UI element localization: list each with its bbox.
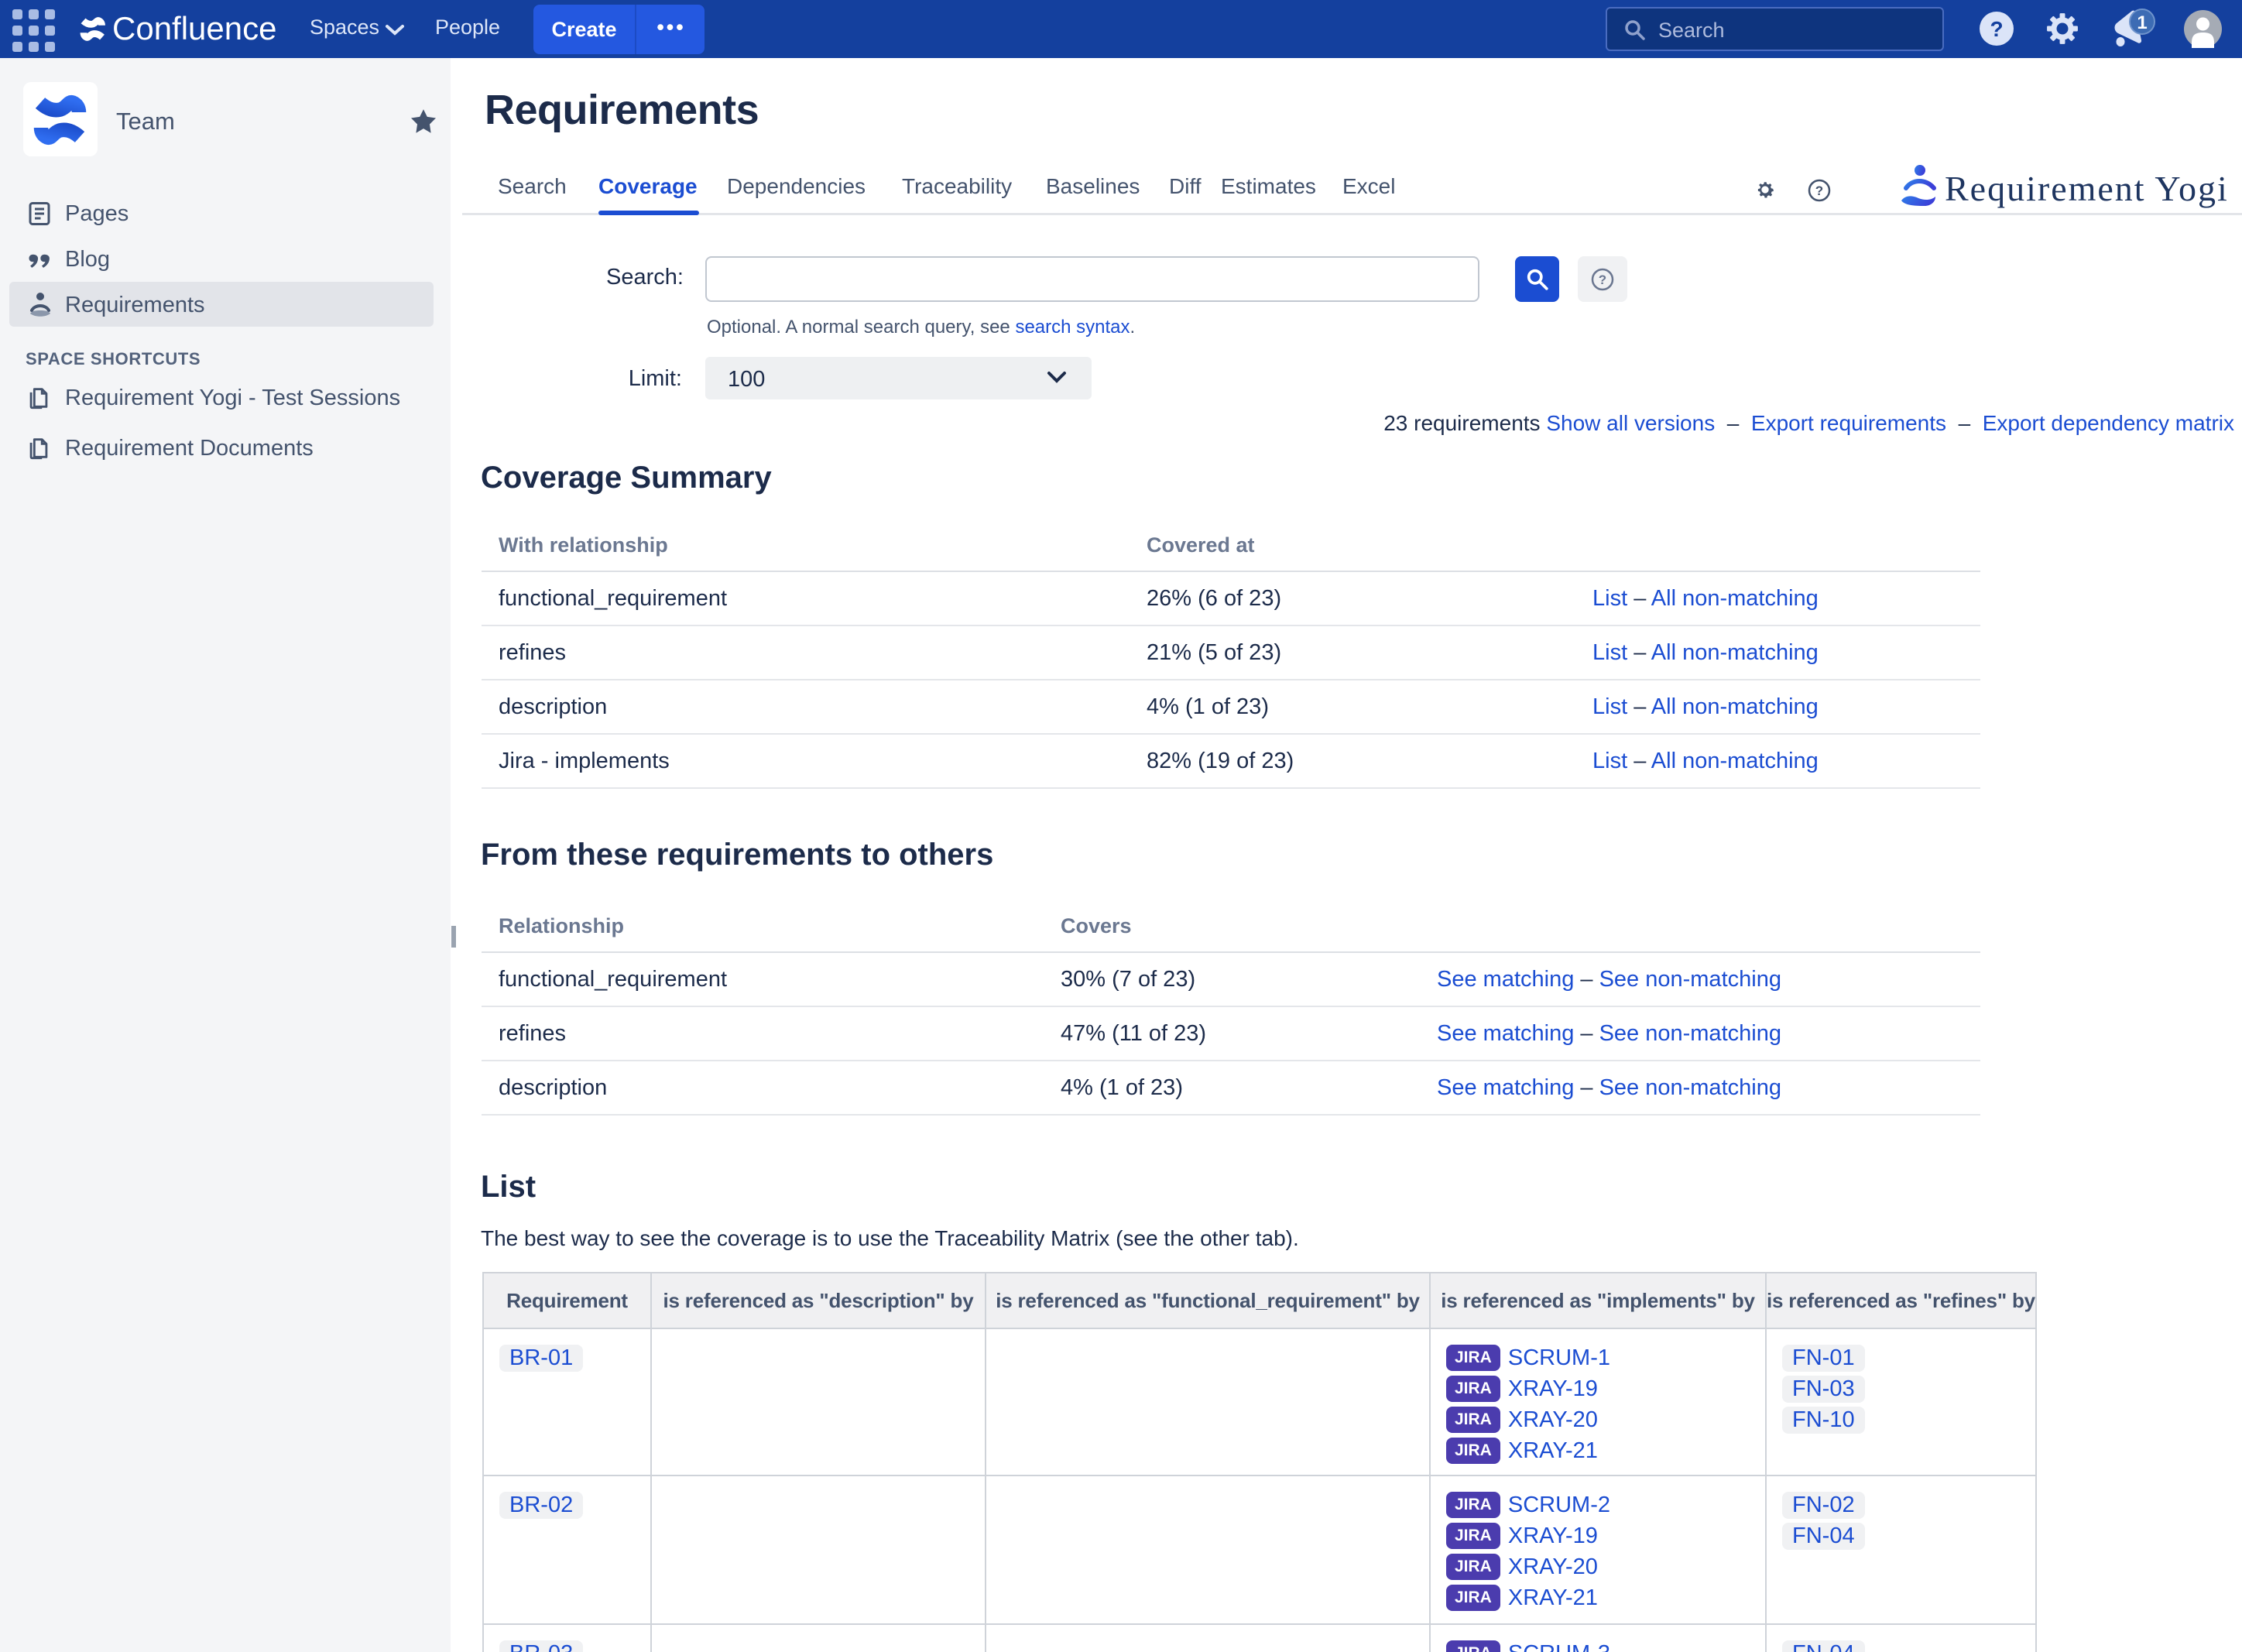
svg-text:?: ? [1599, 272, 1606, 287]
svg-text:?: ? [1990, 17, 2003, 41]
svg-text:1: 1 [2137, 12, 2147, 33]
svg-text:?: ? [1815, 183, 1823, 198]
